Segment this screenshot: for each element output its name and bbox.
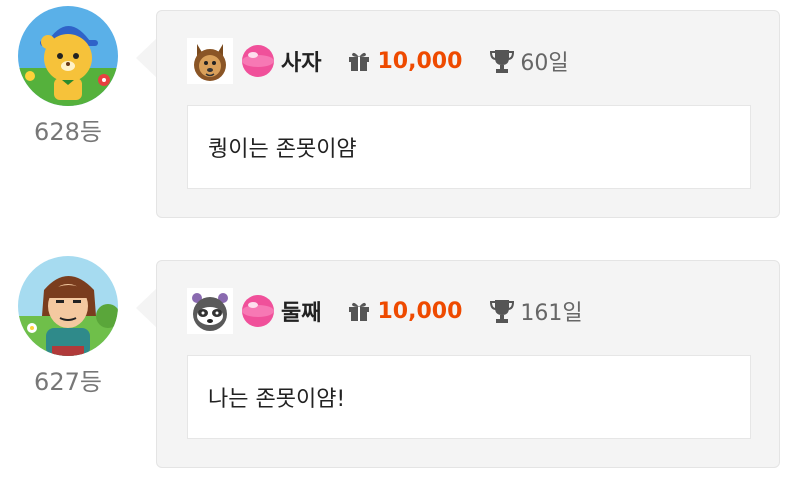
comment-item: 627등 둘째 10,000 161일 나는 존못이얌!: [0, 250, 800, 468]
user-avatar[interactable]: [18, 6, 118, 106]
comment-header: 사자 10,000 60일: [187, 38, 569, 84]
trophy-icon: [490, 300, 515, 323]
days-count: 60일: [520, 51, 569, 76]
card-pointer: [136, 288, 157, 328]
gift-icon: [349, 302, 370, 321]
rank-label: 628등: [34, 118, 102, 146]
gem-icon: [242, 295, 274, 327]
days-count: 161일: [520, 301, 583, 326]
nickname[interactable]: 둘째: [281, 295, 321, 327]
boy-avatar-icon: [18, 256, 118, 356]
comment-message: 나는 존못이얌!: [187, 355, 751, 439]
user-avatar[interactable]: [18, 256, 118, 356]
comment-card: 사자 10,000 60일 퀑이는 존못이얌: [156, 10, 780, 218]
raccoon-badge-icon: [187, 288, 233, 334]
comment-item: 628등 사자 10,000 60일 퀑이는 존못이얌: [0, 0, 800, 218]
comment-header: 둘째 10,000 161일: [187, 288, 583, 334]
points-value: 10,000: [377, 48, 463, 74]
gift-icon: [349, 52, 370, 71]
comment-card: 둘째 10,000 161일 나는 존못이얌!: [156, 260, 780, 468]
lion-badge-icon: [187, 38, 233, 84]
trophy-icon: [490, 50, 515, 73]
nickname[interactable]: 사자: [281, 45, 321, 77]
rank-label: 627등: [34, 368, 102, 396]
comment-message: 퀑이는 존못이얌: [187, 105, 751, 189]
lion-avatar-icon: [18, 6, 118, 106]
gem-icon: [242, 45, 274, 77]
points-value: 10,000: [377, 298, 463, 324]
card-pointer: [136, 38, 157, 78]
